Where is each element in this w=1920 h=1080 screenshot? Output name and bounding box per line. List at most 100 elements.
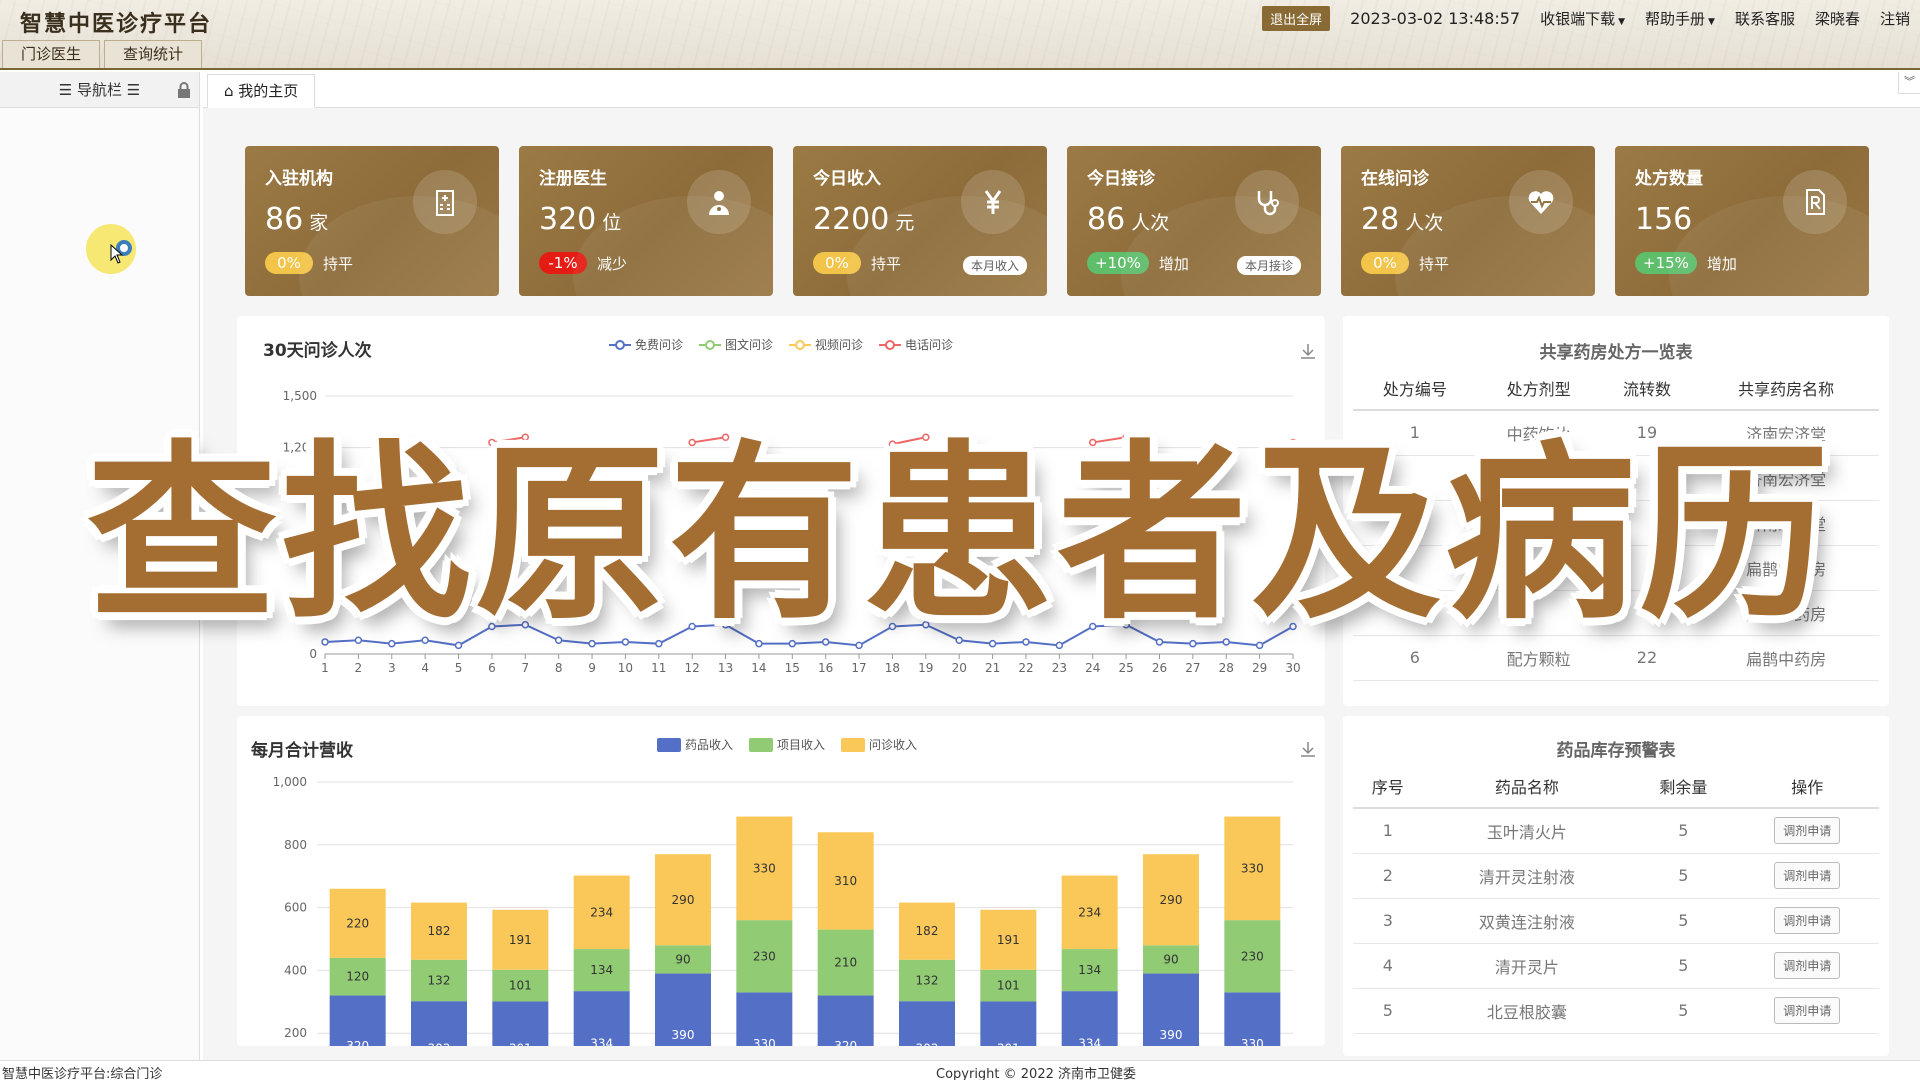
- status-bar: 智慧中医诊疗平台:综合门诊 Copyright © 2022 济南市卫健委: [0, 1060, 1920, 1080]
- contact-support-link[interactable]: 联系客服: [1735, 8, 1795, 29]
- x-tick-label: 21: [985, 661, 1000, 675]
- tab-my-home[interactable]: ⌂ 我的主页: [207, 74, 316, 108]
- bar-value-label: 301: [509, 1042, 532, 1046]
- bar-value-label: 182: [428, 924, 451, 938]
- trend-badge: +15%: [1635, 252, 1697, 274]
- trend-badge: 0%: [265, 252, 313, 274]
- stat-trend: +10% 增加: [1087, 252, 1189, 274]
- y-tick-label: 200: [284, 1026, 307, 1040]
- table-cell: 清开灵片: [1422, 943, 1632, 989]
- stat-card: 在线问诊 28 人次 0% 持平: [1341, 146, 1595, 296]
- x-tick-label: 23: [1052, 661, 1067, 675]
- table-row: 1 玉叶清火片 5 调剂申请: [1353, 808, 1879, 854]
- column-header: 共享药房名称: [1693, 366, 1879, 411]
- bar-value-label: 234: [590, 905, 613, 919]
- x-tick-label: 1: [321, 661, 329, 675]
- copyright: Copyright © 2022 济南市卫健委: [936, 1067, 1137, 1080]
- action-cell: 调剂申请: [1735, 808, 1879, 854]
- stat-card: 注册医生 320 位 -1% 减少: [519, 146, 773, 296]
- top-header: 智慧中医诊疗平台 门诊医生 查询统计 退出全屏 2023-03-02 13:48…: [0, 0, 1920, 70]
- datetime: 2023-03-02 13:48:57: [1350, 9, 1521, 28]
- home-icon: ⌂: [224, 82, 239, 100]
- bar-value-label: 320: [834, 1039, 857, 1046]
- table-row: 5 北豆根胶囊 5 调剂申请: [1353, 988, 1879, 1034]
- x-tick-label: 28: [1219, 661, 1234, 675]
- trend-badge: 0%: [813, 252, 861, 274]
- stat-title: 今日收入: [813, 169, 881, 189]
- bar-value-label: 302: [428, 1042, 451, 1046]
- month-toggle-chip[interactable]: 本月接诊: [1236, 256, 1301, 275]
- stat-trend: +15% 增加: [1635, 252, 1737, 274]
- y-tick-label: 0: [309, 647, 317, 661]
- tab-query-stats[interactable]: 查询统计: [104, 40, 203, 68]
- table-cell: 玉叶清火片: [1422, 808, 1632, 854]
- lock-icon[interactable]: [177, 82, 191, 98]
- bar-segment[interactable]: [980, 1001, 1037, 1046]
- bar-segment[interactable]: [899, 1001, 955, 1046]
- chevron-down-icon: ▼: [1708, 17, 1715, 27]
- table-header-row: 序号 药品名称 剩余量 操作: [1353, 764, 1879, 809]
- stat-title: 今日接诊: [1087, 169, 1155, 189]
- table-cell: 双黄连注射液: [1422, 898, 1632, 944]
- bar-value-label: 290: [1160, 893, 1183, 907]
- trend-text: 持平: [871, 254, 902, 273]
- sidebar-header[interactable]: ☰ 导航栏 ☰: [0, 72, 199, 108]
- x-tick-label: 14: [751, 661, 766, 675]
- header-actions: 退出全屏 2023-03-02 13:48:57 收银端下载 ▼ 帮助手册 ▼ 联系…: [1262, 6, 1910, 31]
- bar-value-label: 182: [916, 924, 939, 938]
- bar-value-label: 234: [1078, 905, 1101, 919]
- stat-unit: 家: [309, 212, 329, 234]
- month-toggle-chip[interactable]: 本月收入: [962, 256, 1027, 275]
- column-header: 剩余量: [1631, 764, 1736, 809]
- tab-scroll-button[interactable]: ︾: [1898, 72, 1920, 94]
- dispense-request-button[interactable]: 调剂申请: [1774, 907, 1841, 934]
- bar-value-label: 132: [916, 973, 939, 987]
- x-tick-label: 19: [918, 661, 933, 675]
- x-tick-label: 16: [818, 661, 833, 675]
- logout-link[interactable]: 注销: [1880, 8, 1910, 29]
- help-manual-menu[interactable]: 帮助手册 ▼: [1645, 8, 1715, 29]
- action-cell: 调剂申请: [1735, 898, 1879, 944]
- stat-value: 86 家: [265, 202, 329, 237]
- video-overlay-caption: 查找原有患者及病历: [86, 424, 1833, 645]
- cashier-download-menu[interactable]: 收银端下载 ▼: [1540, 8, 1625, 29]
- bar-value-label: 210: [834, 956, 857, 970]
- stat-unit: 人次: [1131, 212, 1170, 234]
- dispense-request-button[interactable]: 调剂申请: [1774, 862, 1841, 889]
- bar-value-label: 330: [753, 1037, 776, 1046]
- stat-title: 注册医生: [539, 169, 607, 189]
- bar-segment[interactable]: [492, 1001, 549, 1046]
- column-header: 处方编号: [1353, 366, 1477, 411]
- stat-title: 在线问诊: [1361, 169, 1429, 189]
- stat-trend: -1% 减少: [539, 252, 627, 274]
- bar-segment[interactable]: [411, 1001, 467, 1046]
- prescription-icon: [1783, 170, 1847, 234]
- bar-value-label: 101: [509, 979, 532, 993]
- table-cell: 4: [1353, 943, 1423, 989]
- user-name[interactable]: 梁晓春: [1815, 8, 1860, 29]
- stat-card: 处方数量 156 +15% 增加: [1615, 146, 1869, 296]
- dispense-request-button[interactable]: 调剂申请: [1774, 997, 1841, 1024]
- table-cell: 5: [1631, 898, 1736, 944]
- table-cell: 北豆根胶囊: [1422, 988, 1632, 1034]
- trend-badge: -1%: [539, 252, 587, 274]
- trend-text: 增加: [1158, 254, 1189, 273]
- stat-card: 今日接诊 86 人次 +10% 增加 本月接诊: [1067, 146, 1321, 296]
- action-cell: 调剂申请: [1735, 853, 1879, 899]
- exit-fullscreen-button[interactable]: 退出全屏: [1262, 6, 1331, 31]
- bar-value-label: 330: [753, 861, 776, 875]
- table-cell: 3: [1353, 898, 1423, 944]
- stat-title: 处方数量: [1635, 169, 1703, 189]
- stat-value: 28 人次: [1361, 202, 1444, 237]
- bar-value-label: 330: [1241, 861, 1264, 875]
- app-title: 智慧中医诊疗平台: [20, 12, 213, 37]
- bar-value-label: 310: [834, 874, 857, 888]
- column-header: 处方剂型: [1476, 366, 1601, 411]
- tab-outpatient-doctor[interactable]: 门诊医生: [2, 40, 101, 68]
- stat-value: 156: [1635, 202, 1693, 237]
- bar-value-label: 191: [997, 933, 1020, 947]
- bar-value-label: 390: [672, 1028, 695, 1042]
- dispense-request-button[interactable]: 调剂申请: [1774, 952, 1841, 979]
- dispense-request-button[interactable]: 调剂申请: [1774, 817, 1841, 845]
- stat-unit: 元: [895, 212, 915, 234]
